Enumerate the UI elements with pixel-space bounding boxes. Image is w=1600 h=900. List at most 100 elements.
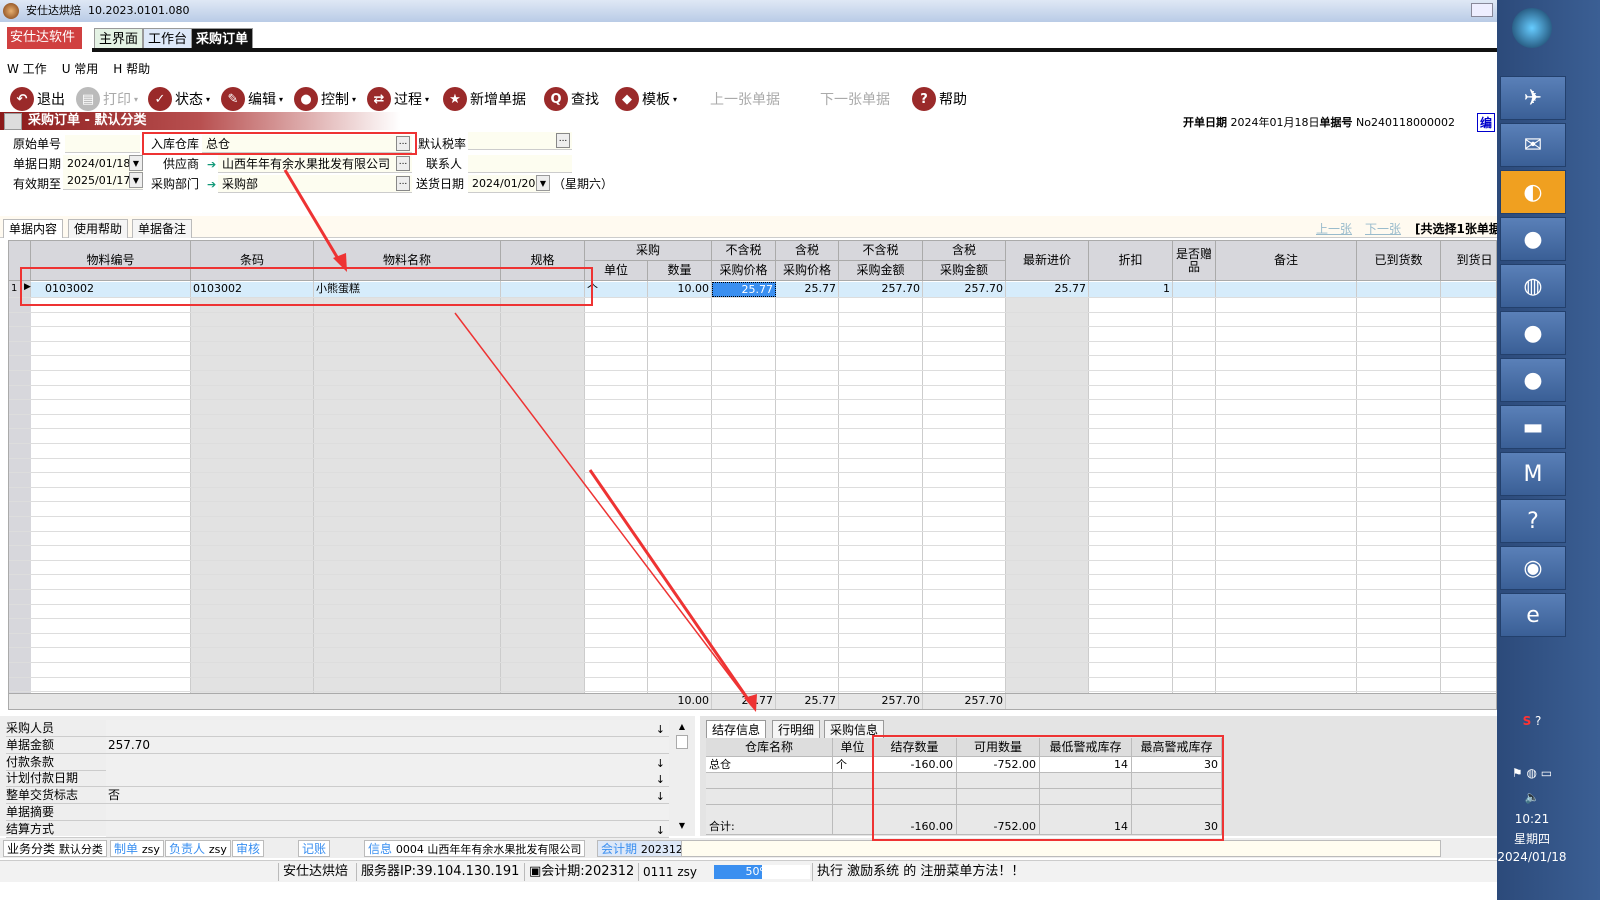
cell-12[interactable] [1173, 282, 1216, 297]
toolbar-eraser-button[interactable]: ◆ 模板 ▾ [615, 86, 677, 112]
column-header[interactable]: 条码 [191, 241, 314, 281]
toolbar-user-button[interactable]: ● 控制 ▾ [294, 86, 356, 112]
column-header[interactable]: 折扣 [1089, 241, 1173, 281]
dept-field[interactable]: 采购部... [218, 175, 412, 193]
tab-purchase-order[interactable]: 采购订单 [191, 28, 254, 49]
table-row[interactable]: 1 ▶ 0103002 0103002 小熊蛋糕个 10.00 25.77 25.77 257.… [9, 282, 1496, 297]
column-header[interactable]: 是否赠品 [1173, 241, 1216, 281]
toolbar-nav10-button[interactable]: 下一张单据 [820, 86, 890, 112]
column-header[interactable]: 已到货数 [1357, 241, 1441, 281]
property-value[interactable]: ↓ [106, 753, 669, 772]
warehouse-picker-button[interactable]: ... [396, 136, 410, 151]
messenger-icon[interactable]: ✈ [1500, 76, 1566, 120]
cell-6[interactable]: 25.77 [712, 282, 776, 297]
ie-icon[interactable]: e [1500, 593, 1566, 637]
volume-icon[interactable]: 🔈 [1497, 790, 1567, 804]
column-header[interactable]: 单位 [585, 261, 648, 281]
column-header[interactable]: 物料编号 [31, 241, 191, 281]
arrow-down-icon[interactable]: ↓ [656, 822, 665, 839]
cell-4[interactable]: 个 [585, 282, 648, 297]
cell-5[interactable]: 10.00 [648, 282, 712, 297]
column-header[interactable]: 采购金额 [839, 261, 923, 281]
menu-work[interactable]: W 工作 [7, 62, 47, 76]
toolbar-exit-button[interactable]: ↶ 退出 [10, 86, 65, 112]
cookie-icon[interactable]: ◍ [1500, 264, 1566, 308]
column-header[interactable]: 最新进价 [1006, 241, 1089, 281]
firefox-icon[interactable]: ◉ [1500, 546, 1566, 590]
globe-icon[interactable]: ● [1500, 358, 1566, 402]
column-header[interactable]: 到货日 [1441, 241, 1496, 281]
tax-field[interactable]: ... [468, 132, 572, 150]
arrow-down-icon[interactable]: ↓ [656, 755, 665, 772]
contact-field[interactable] [468, 155, 572, 173]
cell-11[interactable]: 1 [1089, 282, 1173, 297]
tab-main[interactable]: 主界面 [94, 28, 144, 49]
property-value[interactable]: 否 ↓ [106, 787, 669, 804]
cell-13[interactable] [1216, 282, 1357, 297]
cell-14[interactable] [1357, 282, 1441, 297]
property-value[interactable]: 257.70 [106, 736, 669, 753]
cell-2[interactable]: 小熊蛋糕 [314, 282, 501, 297]
prev-link[interactable]: 上一张 [1316, 220, 1352, 237]
cell-10[interactable]: 25.77 [1006, 282, 1089, 297]
cell-9[interactable]: 257.70 [923, 282, 1006, 297]
help-doc-icon[interactable]: ? [1500, 499, 1566, 543]
delivery-date-field[interactable]: 2024/01/20 ▼ [468, 175, 550, 193]
toolbar-refresh-button[interactable]: ⇄ 过程 ▾ [367, 86, 429, 112]
cell-1[interactable]: 0103002 [191, 282, 314, 297]
start-orb-icon[interactable] [1512, 8, 1552, 48]
toolbar-check-button[interactable]: ✓ 状态 ▾ [148, 86, 210, 112]
chevron-down-icon[interactable]: ▼ [129, 155, 143, 171]
menu-help[interactable]: H 帮助 [113, 62, 150, 76]
cell-0[interactable]: 0103002 [31, 282, 191, 297]
apple-icon[interactable]: ● [1500, 311, 1566, 355]
column-header[interactable]: 采购价格 [712, 261, 776, 281]
tab-usage-help[interactable]: 使用帮助 [68, 219, 129, 238]
flag-icon[interactable]: ⚑ ◍ ▭ [1497, 766, 1567, 780]
column-header[interactable]: 规格 [501, 241, 585, 281]
dept-picker-button[interactable]: ... [396, 176, 410, 191]
cell-3[interactable] [501, 282, 585, 297]
minimize-button[interactable] [1471, 3, 1493, 17]
original-no-field[interactable] [65, 135, 140, 153]
toolbar-pencil-button[interactable]: ✎ 编辑 ▾ [221, 86, 283, 112]
column-header[interactable]: 采购金额 [923, 261, 1006, 281]
wechat-icon[interactable]: ✉ [1500, 123, 1566, 167]
tab-doc-content[interactable]: 单据内容 [3, 219, 64, 238]
toolbar-search-button[interactable]: Q 查找 [544, 86, 599, 112]
property-value[interactable]: ↓ [106, 770, 669, 787]
property-value[interactable] [106, 804, 669, 820]
brand-menu-button[interactable]: 安仕达软件 ▾ [7, 27, 82, 67]
valid-until-field[interactable]: 2025/01/17 ▼ [63, 172, 143, 190]
tab-doc-notes[interactable]: 单据备注 [132, 219, 193, 238]
chevron-down-icon[interactable]: ▼ [129, 172, 143, 188]
toolbar-help-button[interactable]: ? 帮助 [912, 86, 967, 112]
doc-date-field[interactable]: 2024/01/18 ▼ [63, 155, 143, 173]
stock-tab[interactable]: 结存信息 [706, 720, 767, 738]
cell-15[interactable] [1441, 282, 1496, 297]
stock-tab[interactable]: 行明细 [772, 720, 821, 738]
column-header[interactable]: 备注 [1216, 241, 1357, 281]
properties-scrollbar[interactable]: ▲ ▼ [675, 722, 689, 832]
cell-8[interactable]: 257.70 [839, 282, 923, 297]
property-value[interactable]: ↓ [106, 820, 669, 839]
property-value[interactable]: ↓ [106, 720, 669, 736]
chevron-down-icon[interactable]: ▼ [536, 175, 550, 191]
m-app-icon[interactable]: M [1500, 452, 1566, 496]
sogou-icon[interactable]: S [1523, 714, 1532, 728]
column-header[interactable]: 物料名称 [314, 241, 501, 281]
arrow-down-icon[interactable]: ↓ [656, 721, 665, 738]
warehouse-field[interactable]: 总仓... [202, 135, 412, 153]
stock-tab[interactable]: 采购信息 [824, 720, 885, 738]
toolbar-star-button[interactable]: ★ 新增单据 [443, 86, 526, 112]
column-header[interactable]: 采购价格 [776, 261, 839, 281]
column-header[interactable]: 数量 [648, 261, 712, 281]
help-icon[interactable]: ? [1535, 714, 1541, 728]
tax-picker-button[interactable]: ... [556, 133, 570, 148]
tab-workbench[interactable]: 工作台 [143, 28, 193, 49]
menu-common[interactable]: U 常用 [62, 62, 99, 76]
globe-icon[interactable]: ● [1500, 217, 1566, 261]
toolbar-nav9-button[interactable]: 上一张单据 [710, 86, 780, 112]
next-link[interactable]: 下一张 [1365, 220, 1401, 237]
supplier-picker-button[interactable]: ... [396, 156, 410, 171]
